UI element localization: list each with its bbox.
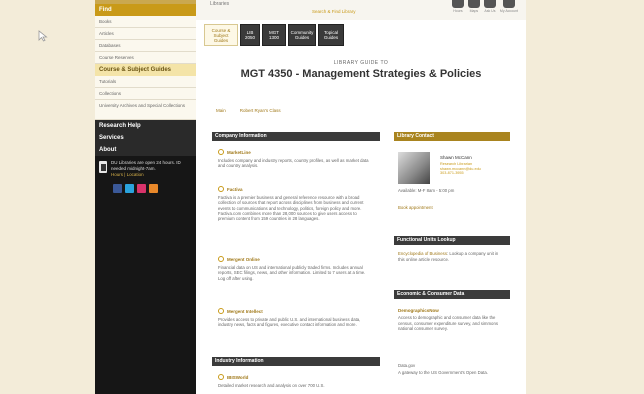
mouse-cursor-icon xyxy=(38,30,48,42)
account-icon-label: My Account xyxy=(499,9,518,13)
hours-location-link[interactable]: Hours | Location xyxy=(111,172,144,177)
economic-data-header: Economic & Consumer Data xyxy=(394,290,510,299)
company-info-header: Company Information xyxy=(212,132,380,141)
resource-circle-icon xyxy=(218,374,224,380)
guide-subtitle: LIBRARY GUIDE TO xyxy=(333,60,389,66)
sidebar-item-articles[interactable]: Articles xyxy=(95,28,196,40)
entry-mergent-online[interactable]: Mergent Online xyxy=(218,256,260,262)
ask-icon-label: Ask Us xyxy=(484,9,496,13)
sidebar-header-find[interactable]: Find xyxy=(95,4,196,16)
sidebar-header-research-help[interactable]: Research Help xyxy=(95,120,196,132)
guide-tabs: Course & Subject Guides LIB 2050 MGT 130… xyxy=(204,24,344,46)
encyclopedia-link[interactable]: Encyclopedia of Business xyxy=(398,251,447,256)
librarian-email[interactable]: shawn.mccann@du.edu xyxy=(440,167,481,171)
librarian-phone: 303-871-3955 xyxy=(440,171,464,175)
sidebar-item-collections[interactable]: Collections xyxy=(95,88,196,100)
crumb-main[interactable]: Main xyxy=(216,108,226,113)
sidebar-item-databases[interactable]: Databases xyxy=(95,40,196,52)
demographicsnow-desc: Access to demographic and consumer data … xyxy=(398,315,498,331)
top-icons: Hours Maps Ask Us My Account xyxy=(451,0,518,13)
resource-circle-icon xyxy=(218,308,224,314)
entry-factiva[interactable]: Factiva xyxy=(218,186,243,192)
industry-info-header: Industry Information xyxy=(212,357,380,366)
librarian-availability: Available: M-F 8am - 5:00 pm xyxy=(398,188,455,193)
account-icon[interactable]: My Account xyxy=(500,0,518,13)
entry-ibisworld-title[interactable]: IBISWorld xyxy=(227,375,248,380)
entry-mergent-intellect-desc: Provides access to private and public U.… xyxy=(218,317,361,328)
tab-community-guides[interactable]: Community Guides xyxy=(288,24,316,46)
entry-factiva-desc: Factiva is a premier business and genera… xyxy=(218,195,364,222)
functional-units-text: Encyclopedia of Business: Lookup a compa… xyxy=(398,251,506,262)
hours-icon[interactable]: Hours xyxy=(451,0,464,13)
social-links xyxy=(95,178,196,193)
crumb-page[interactable]: Robert Ryan's Class xyxy=(240,108,281,113)
main-content: Course & Subject Guides LIB 2050 MGT 130… xyxy=(196,20,526,394)
entry-mergent-intellect[interactable]: Mergent Intellect xyxy=(218,308,263,314)
sidebar-item-books[interactable]: Books xyxy=(95,16,196,28)
phone-icon xyxy=(99,161,107,173)
book-appointment-wrap: Book appointment xyxy=(398,205,506,211)
facebook-icon[interactable] xyxy=(113,184,122,193)
book-appointment-link[interactable]: Book appointment xyxy=(398,205,433,210)
sidebar-header-services[interactable]: Services xyxy=(95,132,196,144)
sidebar-item-archives[interactable]: University Archives and Special Collecti… xyxy=(95,100,196,120)
twitter-icon[interactable] xyxy=(125,184,134,193)
site-text: Libraries xyxy=(210,1,230,7)
sidebar-item-tutorials[interactable]: Tutorials xyxy=(95,76,196,88)
entry-marketline-title[interactable]: MarketLine xyxy=(227,150,251,155)
librarian-photo xyxy=(398,152,430,184)
librarian-role: Research Librarian xyxy=(440,162,473,166)
maps-icon-label: Maps xyxy=(469,9,479,13)
entry-factiva-title[interactable]: Factiva xyxy=(227,187,243,192)
tab-topical-guides[interactable]: Topical Guides xyxy=(318,24,344,46)
datagov-link: Data.gov xyxy=(398,363,506,369)
rss-icon[interactable] xyxy=(149,184,158,193)
entry-marketline[interactable]: MarketLine xyxy=(218,149,251,155)
search-find-link[interactable]: Search & Find Library xyxy=(312,9,356,14)
entry-ibisworld-desc: Detailed market research and analysis on… xyxy=(218,383,325,388)
top-bar: Libraries Search & Find Library Hours Ma… xyxy=(196,0,526,20)
hours-text: DU Libraries are open 24 hours. ID neede… xyxy=(111,160,181,171)
hours-notice: DU Libraries are open 24 hours. ID neede… xyxy=(95,156,196,178)
librarian-details: Research Librarian shawn.mccann@du.edu 3… xyxy=(440,162,481,176)
tab-mgt-1300[interactable]: MGT 1300 xyxy=(262,24,286,46)
entry-ibisworld[interactable]: IBISWorld xyxy=(218,374,248,380)
sidebar-item-course-reserves[interactable]: Course Reserves xyxy=(95,52,196,64)
resource-circle-icon xyxy=(218,256,224,262)
functional-units-header: Functional Units Lookup xyxy=(394,236,510,245)
left-sidebar: Find Books Articles Databases Course Res… xyxy=(95,0,196,394)
demographicsnow-link[interactable]: DemographicsNow xyxy=(398,308,439,313)
tab-course-subject-guides[interactable]: Course & Subject Guides xyxy=(204,24,238,46)
ask-icon[interactable]: Ask Us xyxy=(483,0,496,13)
datagov-desc: A gateway to the US Government's Open Da… xyxy=(398,370,488,375)
resource-circle-icon xyxy=(218,149,224,155)
resource-circle-icon xyxy=(218,186,224,192)
librarian-name: Shawn McCann xyxy=(440,155,472,160)
library-contact-header: Library Contact xyxy=(394,132,510,141)
entry-mergent-intellect-title[interactable]: Mergent Intellect xyxy=(227,309,263,314)
sidebar-header-guides[interactable]: Course & Subject Guides xyxy=(95,64,196,76)
breadcrumb: Main Robert Ryan's Class xyxy=(216,108,281,113)
entry-mergent-online-desc: Financial data on US and international p… xyxy=(218,265,366,281)
sidebar-header-about[interactable]: About xyxy=(95,144,196,156)
tab-lib-2050[interactable]: LIB 2050 xyxy=(240,24,260,46)
flickr-icon[interactable] xyxy=(137,184,146,193)
entry-marketline-desc: Includes company and industry reports, c… xyxy=(218,158,369,169)
maps-icon[interactable]: Maps xyxy=(467,0,480,13)
hours-icon-label: Hours xyxy=(453,9,463,13)
page-title: MGT 4350 - Management Strategies & Polic… xyxy=(240,68,482,80)
entry-mergent-online-title[interactable]: Mergent Online xyxy=(227,257,260,262)
datagov-title[interactable]: Data.gov xyxy=(398,363,415,368)
